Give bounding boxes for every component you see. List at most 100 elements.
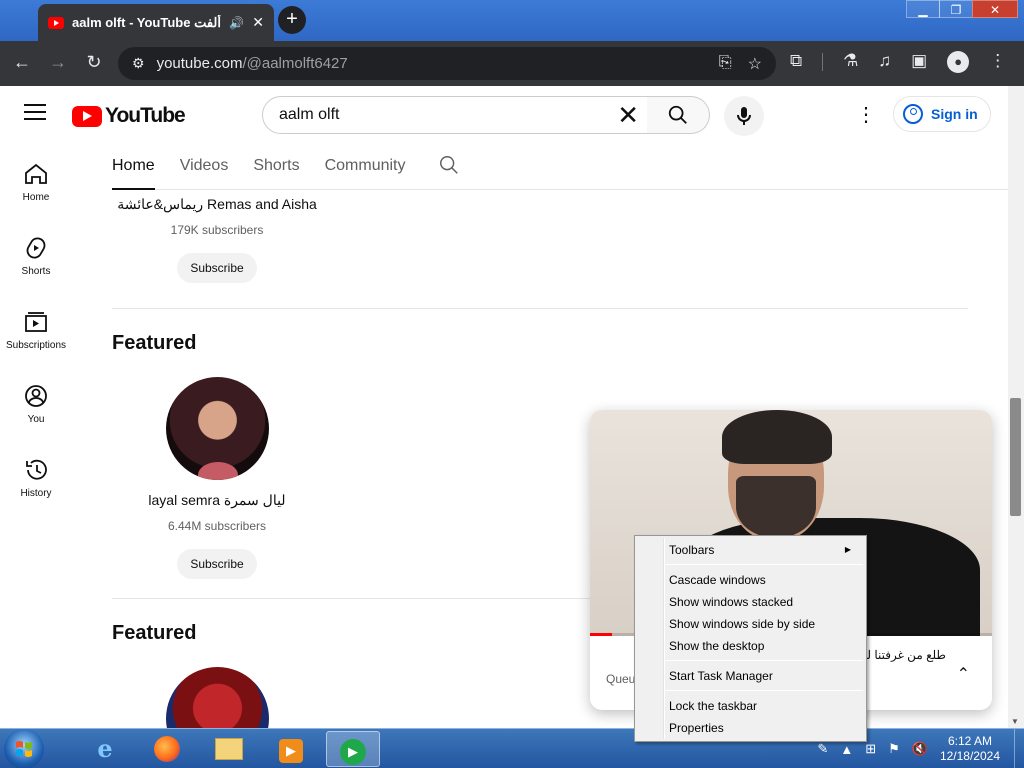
close-tab-icon[interactable]: ✕ xyxy=(252,14,264,31)
scroll-down-arrow-icon[interactable]: ▼ xyxy=(1011,717,1019,726)
voice-search-button[interactable] xyxy=(724,96,764,136)
hamburger-menu-icon[interactable] xyxy=(24,104,46,125)
chrome-menu-icon[interactable]: ⋮ xyxy=(989,51,1006,73)
search-query: aalm olft xyxy=(279,106,340,123)
clock-time: 6:12 AM xyxy=(947,734,992,748)
tab-videos[interactable]: Videos xyxy=(180,142,229,190)
menu-item-cascade[interactable]: Cascade windows xyxy=(669,570,859,590)
subscriber-count: 179K subscribers xyxy=(170,223,264,237)
new-tab-button[interactable]: + xyxy=(278,6,306,34)
channel-name[interactable]: ريماس&عائشة Remas and Aisha xyxy=(112,196,322,213)
menu-item-show-desktop[interactable]: Show the desktop xyxy=(669,636,859,656)
channel-card[interactable]: layal semra ليال سمرة 6.44M subscribers … xyxy=(112,377,322,579)
clock[interactable]: 6:12 AM 12/18/2024 xyxy=(940,734,1000,764)
labs-flask-icon[interactable]: ⚗ xyxy=(843,51,858,73)
subscribe-button[interactable]: Subscribe xyxy=(177,549,257,579)
menu-item-side-by-side[interactable]: Show windows side by side xyxy=(669,614,859,634)
channel-card[interactable] xyxy=(112,667,322,728)
volume-muted-icon[interactable]: 🔇 xyxy=(912,741,928,757)
sign-in-button[interactable]: Sign in xyxy=(893,96,991,132)
pen-input-icon[interactable]: ✎ xyxy=(817,741,828,757)
firefox-icon[interactable] xyxy=(140,731,194,767)
menu-item-toolbars[interactable]: Toolbars ▶ xyxy=(669,540,859,560)
menu-item-properties[interactable]: Properties xyxy=(669,718,859,738)
file-explorer-icon[interactable] xyxy=(202,731,256,767)
tab-home[interactable]: Home xyxy=(112,142,155,190)
search-button[interactable] xyxy=(647,96,710,134)
page-scrollbar[interactable]: ▼ xyxy=(1008,86,1024,728)
youtube-play-icon xyxy=(72,105,102,127)
minimize-button[interactable]: ▁ xyxy=(906,0,940,18)
youtube-wordmark: YouTube xyxy=(105,104,186,127)
menu-item-lock-taskbar[interactable]: Lock the taskbar xyxy=(669,696,859,716)
guide-item-you[interactable]: You xyxy=(0,364,72,438)
address-bar[interactable]: ⚙ youtube.com/@aalmolft6427 ⎘ ☆ xyxy=(118,47,776,80)
speaker-icon[interactable]: 🔊 xyxy=(229,16,244,30)
extensions-icon[interactable]: ⧉ xyxy=(790,51,802,73)
subscribe-button[interactable]: Subscribe xyxy=(177,253,257,283)
url-host: youtube.com xyxy=(156,55,243,72)
guide-label: History xyxy=(20,488,52,499)
search-input[interactable]: aalm olft ✕ xyxy=(262,96,648,134)
channel-name[interactable]: layal semra ليال سمرة xyxy=(112,492,322,509)
microphone-icon xyxy=(737,107,751,125)
reload-icon[interactable]: ↻ xyxy=(82,52,106,73)
sign-in-label: Sign in xyxy=(931,106,978,122)
show-desktop-button[interactable] xyxy=(1014,729,1024,768)
start-button[interactable] xyxy=(4,729,44,768)
guide-item-shorts[interactable]: Shorts xyxy=(0,216,72,290)
clear-search-icon[interactable]: ✕ xyxy=(617,102,639,128)
action-center-flag-icon[interactable]: ⚑ xyxy=(888,741,900,757)
channel-search-icon[interactable] xyxy=(438,142,460,189)
show-hidden-icons-icon[interactable]: ▲ xyxy=(840,742,853,757)
history-icon xyxy=(26,459,47,480)
tab-community[interactable]: Community xyxy=(325,142,406,190)
tab-shorts[interactable]: Shorts xyxy=(253,142,299,190)
guide-item-home[interactable]: Home xyxy=(0,142,72,216)
guide-item-subscriptions[interactable]: Subscriptions xyxy=(0,290,72,364)
youtube-logo[interactable]: YouTube xyxy=(72,104,186,128)
home-icon xyxy=(25,163,47,184)
scrollbar-thumb[interactable] xyxy=(1010,398,1021,516)
active-app-icon[interactable]: ▶ xyxy=(326,731,380,767)
channel-card[interactable]: ريماس&عائشة Remas and Aisha 179K subscri… xyxy=(112,196,322,283)
network-icon[interactable]: ⊞ xyxy=(865,741,876,757)
install-app-icon[interactable]: ⎘ xyxy=(719,54,732,74)
tab-title: aalm olft - YouTube عالم ألفت xyxy=(72,14,225,30)
settings-more-icon[interactable]: ⋮ xyxy=(856,102,876,128)
guide-label: Shorts xyxy=(21,266,51,277)
site-info-icon[interactable]: ⚙ xyxy=(132,55,145,72)
windows-logo-icon xyxy=(16,741,32,757)
bookmark-star-icon[interactable]: ☆ xyxy=(748,54,762,74)
profile-avatar-icon[interactable]: ● xyxy=(947,51,970,73)
browser-tabstrip: aalm olft - YouTube عالم ألفت 🔊 ✕ + ▁ ❐ … xyxy=(0,0,1024,41)
taskbar-context-menu: Toolbars ▶ Cascade windows Show windows … xyxy=(634,535,867,742)
media-controls-icon[interactable]: ♫ xyxy=(878,51,891,73)
search-icon xyxy=(668,105,687,124)
subscriptions-icon xyxy=(25,312,47,332)
forward-arrow-icon[interactable]: → xyxy=(46,52,70,73)
menu-item-stacked[interactable]: Show windows stacked xyxy=(669,592,859,612)
guide-label: Home xyxy=(22,192,50,203)
media-player-icon[interactable]: ▶ xyxy=(264,731,318,767)
close-window-button[interactable]: ✕ xyxy=(972,0,1018,18)
subscriber-count: 6.44M subscribers xyxy=(167,519,267,533)
restore-button[interactable]: ❐ xyxy=(939,0,973,18)
windows-taskbar[interactable]: e ▶ ▶ ✎ ▲ ⊞ ⚑ 🔇 6:12 AM 12/18/2024 xyxy=(0,728,1024,768)
browser-tab[interactable]: aalm olft - YouTube عالم ألفت 🔊 ✕ xyxy=(38,4,274,41)
menu-item-task-manager[interactable]: Start Task Manager xyxy=(669,666,859,686)
you-icon xyxy=(25,385,47,407)
internet-explorer-icon[interactable]: e xyxy=(78,731,132,767)
channel-avatar[interactable] xyxy=(165,667,269,728)
video-beard xyxy=(736,476,816,538)
guide-item-history[interactable]: History xyxy=(0,438,72,512)
section-divider xyxy=(112,308,968,309)
account-icon xyxy=(903,104,923,124)
channel-avatar[interactable] xyxy=(165,377,269,480)
expand-chevron-icon[interactable]: ⌃ xyxy=(957,664,970,684)
window-controls: ▁ ❐ ✕ xyxy=(906,0,1018,18)
guide-label: You xyxy=(27,414,45,425)
clock-date: 12/18/2024 xyxy=(939,749,1000,763)
back-arrow-icon[interactable]: ← xyxy=(10,52,34,73)
side-panel-icon[interactable]: ▣ xyxy=(911,51,927,73)
